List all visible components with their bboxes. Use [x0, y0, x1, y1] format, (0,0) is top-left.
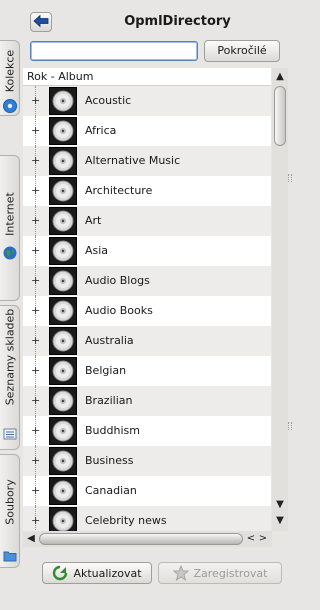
list-item-label: Australia: [85, 334, 134, 347]
folder-icon: [3, 549, 17, 563]
list-item-label: Audio Blogs: [85, 274, 150, 287]
list-item[interactable]: + Art: [23, 206, 271, 236]
expand-icon[interactable]: +: [31, 95, 40, 107]
expand-icon[interactable]: +: [31, 215, 40, 227]
expand-icon[interactable]: +: [31, 245, 40, 257]
list-item-label: Belgian: [85, 364, 127, 377]
list-item-label: Asia: [85, 244, 109, 257]
dock-tab-collection[interactable]: Kolekce: [0, 40, 20, 116]
expand-icon[interactable]: +: [31, 125, 40, 137]
list-item[interactable]: + Architecture: [23, 176, 271, 206]
dock-tab-internet[interactable]: Internet: [0, 155, 20, 301]
refresh-icon: [52, 565, 68, 581]
list-item[interactable]: + Acoustic: [23, 86, 271, 116]
scroll-left-icon[interactable]: ◀: [25, 531, 37, 547]
cd-icon: [49, 297, 77, 325]
playlist-icon: [3, 427, 17, 441]
cd-icon: [49, 477, 77, 505]
expand-icon[interactable]: +: [31, 485, 40, 497]
arrow-left-icon: [33, 14, 49, 31]
expand-icon[interactable]: +: [31, 185, 40, 197]
star-icon: [172, 564, 189, 582]
directory-tree[interactable]: Rok - Album + Acoustic + Africa + Alternative…: [23, 68, 271, 531]
register-button[interactable]: Zaregistrovat: [158, 562, 282, 584]
expand-icon[interactable]: +: [31, 455, 40, 467]
list-item-label: Art: [85, 214, 102, 227]
list-item[interactable]: + Brazilian: [23, 386, 271, 416]
list-item-label: Celebrity news: [85, 514, 167, 527]
list-item-label: Canadian: [85, 484, 137, 497]
register-button-label: Zaregistrovat: [193, 566, 268, 580]
globe-icon: [3, 246, 17, 260]
cd-icon: [49, 87, 77, 115]
list-item[interactable]: + Business: [23, 446, 271, 476]
collection-disc-icon: [3, 99, 17, 113]
cd-icon: [49, 207, 77, 235]
expand-icon[interactable]: +: [31, 305, 40, 317]
expand-icon[interactable]: +: [31, 155, 40, 167]
list-item[interactable]: + Buddhism: [23, 416, 271, 446]
expand-icon[interactable]: +: [31, 275, 40, 287]
vertical-scroll-thumb[interactable]: [274, 86, 286, 146]
cd-icon: [49, 177, 77, 205]
dock-tab-playlists-label: Seznamy skladeb: [3, 309, 16, 406]
list-item-label: Audio Books: [85, 304, 153, 317]
cd-icon: [49, 387, 77, 415]
scroll-down-icon[interactable]: ▼: [272, 498, 288, 512]
dock-resize-grip[interactable]: [288, 174, 292, 182]
horizontal-scroll-thumb[interactable]: [39, 533, 243, 545]
scroll-right-icon[interactable]: >: [257, 531, 269, 547]
cd-icon: [49, 357, 77, 385]
dock-tab-internet-label: Internet: [3, 191, 16, 236]
list-item-label: Buddhism: [85, 424, 140, 437]
dock-tab-playlists[interactable]: Seznamy skladeb: [0, 305, 20, 450]
cd-icon: [49, 417, 77, 445]
cd-icon: [49, 117, 77, 145]
list-item-label: Brazilian: [85, 394, 133, 407]
list-item[interactable]: + Australia: [23, 326, 271, 356]
column-header[interactable]: Rok - Album: [23, 68, 271, 86]
scroll-up-icon[interactable]: ▲: [272, 70, 288, 84]
cd-icon: [49, 447, 77, 475]
scroll-left-icon-2[interactable]: <: [245, 531, 257, 547]
list-item[interactable]: + Celebrity news: [23, 506, 271, 531]
cd-icon: [49, 327, 77, 355]
expand-icon[interactable]: +: [31, 515, 40, 527]
list-item[interactable]: + Canadian: [23, 476, 271, 506]
list-item[interactable]: + Audio Blogs: [23, 266, 271, 296]
horizontal-scrollbar[interactable]: ◀ < >: [23, 531, 272, 547]
page-title: OpmlDirectory: [124, 14, 231, 29]
search-input[interactable]: [30, 41, 198, 61]
cd-icon: [49, 507, 77, 531]
list-item[interactable]: + Audio Books: [23, 296, 271, 326]
cd-icon: [49, 267, 77, 295]
list-item-label: Acoustic: [85, 94, 132, 107]
update-button-label: Aktualizovat: [73, 566, 142, 580]
back-button[interactable]: [30, 12, 52, 32]
dock-tab-collection-label: Kolekce: [3, 49, 16, 92]
list-item-label: Business: [85, 454, 134, 467]
expand-icon[interactable]: +: [31, 365, 40, 377]
cd-icon: [49, 147, 77, 175]
vertical-scrollbar[interactable]: ▲ ▼ ▼: [272, 68, 288, 531]
list-item-label: Alternative Music: [85, 154, 181, 167]
list-item[interactable]: + Asia: [23, 236, 271, 266]
cd-icon: [49, 237, 77, 265]
list-item[interactable]: + Africa: [23, 116, 271, 146]
advanced-button[interactable]: Pokročilé: [204, 40, 280, 62]
expand-icon[interactable]: +: [31, 395, 40, 407]
dock-resize-grip-2[interactable]: [288, 422, 292, 430]
dock-tab-files[interactable]: Soubory: [0, 454, 20, 568]
list-item-label: Architecture: [85, 184, 153, 197]
list-item[interactable]: + Alternative Music: [23, 146, 271, 176]
list-item-label: Africa: [85, 124, 117, 137]
update-button[interactable]: Aktualizovat: [42, 562, 152, 584]
expand-icon[interactable]: +: [31, 335, 40, 347]
scroll-down-icon-2[interactable]: ▼: [272, 514, 288, 528]
dock-tab-files-label: Soubory: [3, 479, 16, 525]
expand-icon[interactable]: +: [31, 425, 40, 437]
list-item[interactable]: + Belgian: [23, 356, 271, 386]
